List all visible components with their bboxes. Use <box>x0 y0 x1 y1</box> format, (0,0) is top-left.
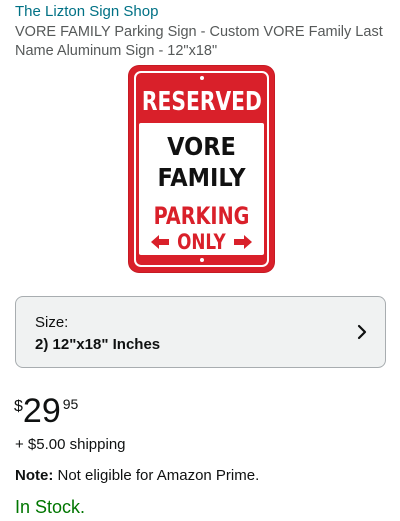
sign-graphic: RESERVED VORE FAMILY PARKING ONLY <box>129 66 274 272</box>
sign-border: RESERVED VORE FAMILY PARKING ONLY <box>134 71 269 267</box>
size-value: 2) 12"x18" Inches <box>35 336 161 353</box>
mounting-hole-bottom <box>199 258 204 262</box>
note-text: Not eligible for Amazon Prime. <box>57 467 260 484</box>
price: $ 29 95 <box>14 393 78 429</box>
sign-header-band: RESERVED <box>136 85 267 119</box>
size-selector[interactable]: Size: 2) 12"x18" Inches <box>15 296 386 368</box>
arrow-left-icon <box>151 235 170 249</box>
note-label: Note: <box>15 467 54 484</box>
product-title: VORE FAMILY Parking Sign - Custom VORE F… <box>15 24 383 59</box>
chevron-right-icon <box>357 324 367 340</box>
product-image[interactable]: RESERVED VORE FAMILY PARKING ONLY <box>129 66 274 272</box>
availability-status: In Stock. <box>15 497 86 517</box>
price-fraction: 95 <box>62 396 79 412</box>
sign-white-panel: VORE FAMILY PARKING ONLY <box>139 123 264 255</box>
shipping-cost: + $5.00 shipping <box>15 436 126 453</box>
prime-note: Note: Not eligible for Amazon Prime. <box>15 467 259 484</box>
size-label: Size: <box>35 314 69 331</box>
sign-name-line: VORE <box>167 132 236 161</box>
sign-parking-line: PARKING <box>153 202 250 230</box>
mounting-hole-top <box>199 76 204 80</box>
sign-only-line: ONLY <box>139 230 264 254</box>
arrow-right-icon <box>233 235 252 249</box>
sign-only-text: ONLY <box>177 230 226 254</box>
price-whole: 29 <box>22 392 61 430</box>
price-currency: $ <box>14 398 23 415</box>
sign-family-line: FAMILY <box>157 163 246 192</box>
sign-reserved-text: RESERVED <box>141 87 262 117</box>
brand-link[interactable]: The Lizton Sign Shop <box>15 3 158 20</box>
